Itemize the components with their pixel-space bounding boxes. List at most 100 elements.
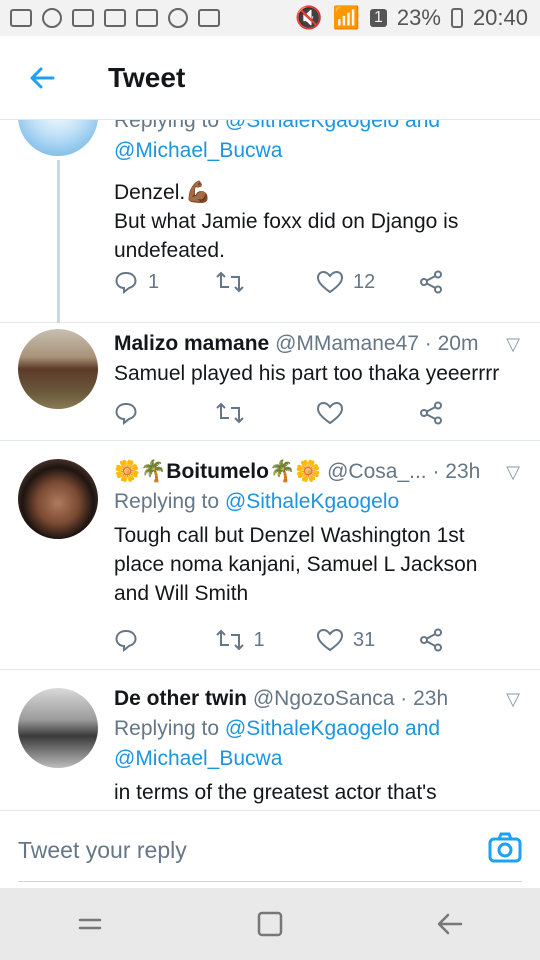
- mention-link[interactable]: @SithaleKgaogelo and: [225, 120, 440, 132]
- retweet-button[interactable]: [215, 270, 318, 294]
- mention-link[interactable]: @Michael_Bucwa: [114, 747, 282, 770]
- tweet-headline: 🌼🌴Boitumelo🌴🌼 @Cosa_... · 23h: [114, 457, 520, 487]
- tweet-text-line: place noma kanjani, Samuel L Jackson: [114, 553, 478, 576]
- battery-icon: [450, 8, 463, 28]
- tweet-text-line: and Will Smith: [114, 582, 249, 605]
- chevron-down-icon[interactable]: ▽: [506, 684, 520, 714]
- heart-icon: [317, 628, 343, 652]
- retweet-icon: [215, 629, 244, 651]
- tweet-actions: [114, 398, 520, 428]
- back-button[interactable]: [0, 36, 84, 120]
- mention-link[interactable]: @SithaleKgaogelo and: [225, 717, 440, 740]
- share-icon: [419, 628, 442, 652]
- avatar[interactable]: [18, 329, 98, 409]
- tweet-text-line: But what Jamie foxx did on Django is: [114, 210, 459, 233]
- mute-icon: 🔇: [295, 5, 323, 30]
- tweet-actions: 1 12: [114, 267, 520, 297]
- reply-underline: [18, 881, 522, 882]
- back-arrow-icon: [30, 67, 55, 88]
- avatar[interactable]: [18, 688, 98, 768]
- tweet-actions: 1 31: [114, 625, 520, 655]
- gmail-icon-2: [104, 9, 126, 27]
- reply-to: Replying to @SithaleKgaogelo and: [114, 120, 520, 136]
- avatar[interactable]: [18, 120, 98, 156]
- thread-line: [57, 160, 60, 323]
- tweet-text: Tough call but Denzel Washington 1st pla…: [114, 521, 520, 608]
- heart-icon: [317, 270, 343, 294]
- reply-icon: [115, 271, 137, 294]
- share-icon: [419, 401, 442, 425]
- recent-apps-button[interactable]: [60, 894, 120, 954]
- like-button[interactable]: 31: [317, 628, 419, 652]
- tweet-item[interactable]: Replying to @SithaleKgaogelo and @Michae…: [0, 120, 540, 323]
- gmail-icon: [72, 9, 94, 27]
- author-handle[interactable]: @Cosa_...: [327, 460, 427, 483]
- home-button[interactable]: [240, 894, 300, 954]
- sd-card-icon: [198, 9, 220, 27]
- reply-to-prefix: Replying to: [114, 120, 220, 132]
- whatsapp-icon: [42, 8, 62, 28]
- author-handle[interactable]: @NgozoSanca: [253, 687, 395, 710]
- status-bar: 🔇 📶 1 23% 20:40: [0, 0, 540, 36]
- author-name[interactable]: De other twin: [114, 687, 247, 710]
- tweet-feed[interactable]: Replying to @SithaleKgaogelo and @Michae…: [0, 120, 540, 810]
- tweet-item[interactable]: 🌼🌴Boitumelo🌴🌼 @Cosa_... · 23h ▽ Replying…: [0, 441, 540, 670]
- system-icons: 🔇 📶 1 23% 20:40: [295, 5, 528, 31]
- tweet-text-line: Tough call but Denzel Washington 1st: [114, 524, 465, 547]
- reply-button[interactable]: 1: [114, 270, 216, 294]
- share-button[interactable]: [419, 401, 521, 425]
- tweet-headline: Malizo mamane @MMamane47 · 20m: [114, 329, 520, 359]
- back-nav-button[interactable]: [420, 894, 480, 954]
- share-icon: [419, 270, 442, 294]
- reply-button[interactable]: [114, 401, 216, 425]
- home-icon: [257, 911, 283, 937]
- back-nav-icon: [437, 913, 463, 935]
- clock: 20:40: [472, 5, 528, 30]
- tweet-item[interactable]: Malizo mamane @MMamane47 · 20m ▽ Samuel …: [0, 323, 540, 441]
- tweet-text: Samuel played his part too thaka yeeerrr…: [114, 362, 500, 385]
- reply-to: Replying to @SithaleKgaogelo and: [114, 714, 520, 744]
- wifi-icon: 📶: [332, 5, 360, 30]
- tweet-headline: De other twin @NgozoSanca · 23h: [114, 684, 520, 714]
- notification-count-badge: 1: [369, 9, 387, 27]
- recent-apps-icon: [78, 918, 102, 930]
- tweet-time: · 20m: [424, 332, 479, 355]
- tweet-text: Denzel.💪🏾 But what Jamie foxx did on Dja…: [114, 178, 520, 265]
- tweet-item[interactable]: De other twin @NgozoSanca · 23h ▽ Replyi…: [0, 670, 540, 810]
- heart-icon: [317, 401, 343, 425]
- message-icon: [10, 9, 32, 27]
- share-button[interactable]: [419, 628, 521, 652]
- author-name[interactable]: 🌼🌴Boitumelo🌴🌼: [114, 460, 321, 483]
- chevron-down-icon[interactable]: ▽: [506, 457, 520, 487]
- retweet-icon: [215, 271, 244, 293]
- reply-to-prefix: Replying to: [114, 717, 220, 740]
- author-name[interactable]: Malizo mamane: [114, 332, 269, 355]
- like-count: 12: [353, 270, 376, 293]
- reply-count: 1: [148, 270, 160, 293]
- tweet-text: in terms of the greatest actor that's: [114, 781, 437, 804]
- like-count: 31: [353, 628, 376, 651]
- reply-button[interactable]: [114, 628, 216, 652]
- retweet-count: 1: [253, 628, 265, 651]
- notification-icons: [10, 8, 220, 28]
- mention-link[interactable]: @SithaleKgaogelo: [225, 490, 399, 513]
- reply-input[interactable]: Tweet your reply: [18, 837, 187, 864]
- mention-link[interactable]: @Michael_Bucwa: [114, 139, 282, 162]
- reply-composer: Tweet your reply: [0, 810, 540, 888]
- retweet-button[interactable]: [215, 401, 318, 425]
- like-button[interactable]: [317, 401, 419, 425]
- retweet-button[interactable]: 1: [215, 628, 318, 652]
- share-button[interactable]: [419, 270, 521, 294]
- tweet-text-line: Denzel.💪🏾: [114, 181, 212, 204]
- gallery-icon: [136, 9, 158, 27]
- chevron-down-icon[interactable]: ▽: [506, 329, 520, 359]
- system-nav-bar: [0, 888, 540, 960]
- app-header: Tweet: [0, 36, 540, 120]
- page-title: Tweet: [108, 61, 186, 93]
- like-button[interactable]: 12: [317, 270, 419, 294]
- camera-icon[interactable]: [488, 831, 522, 865]
- author-handle[interactable]: @MMamane47: [275, 332, 419, 355]
- avatar[interactable]: [18, 459, 98, 539]
- reply-icon: [115, 629, 137, 652]
- reply-to: Replying to @SithaleKgaogelo: [114, 487, 520, 517]
